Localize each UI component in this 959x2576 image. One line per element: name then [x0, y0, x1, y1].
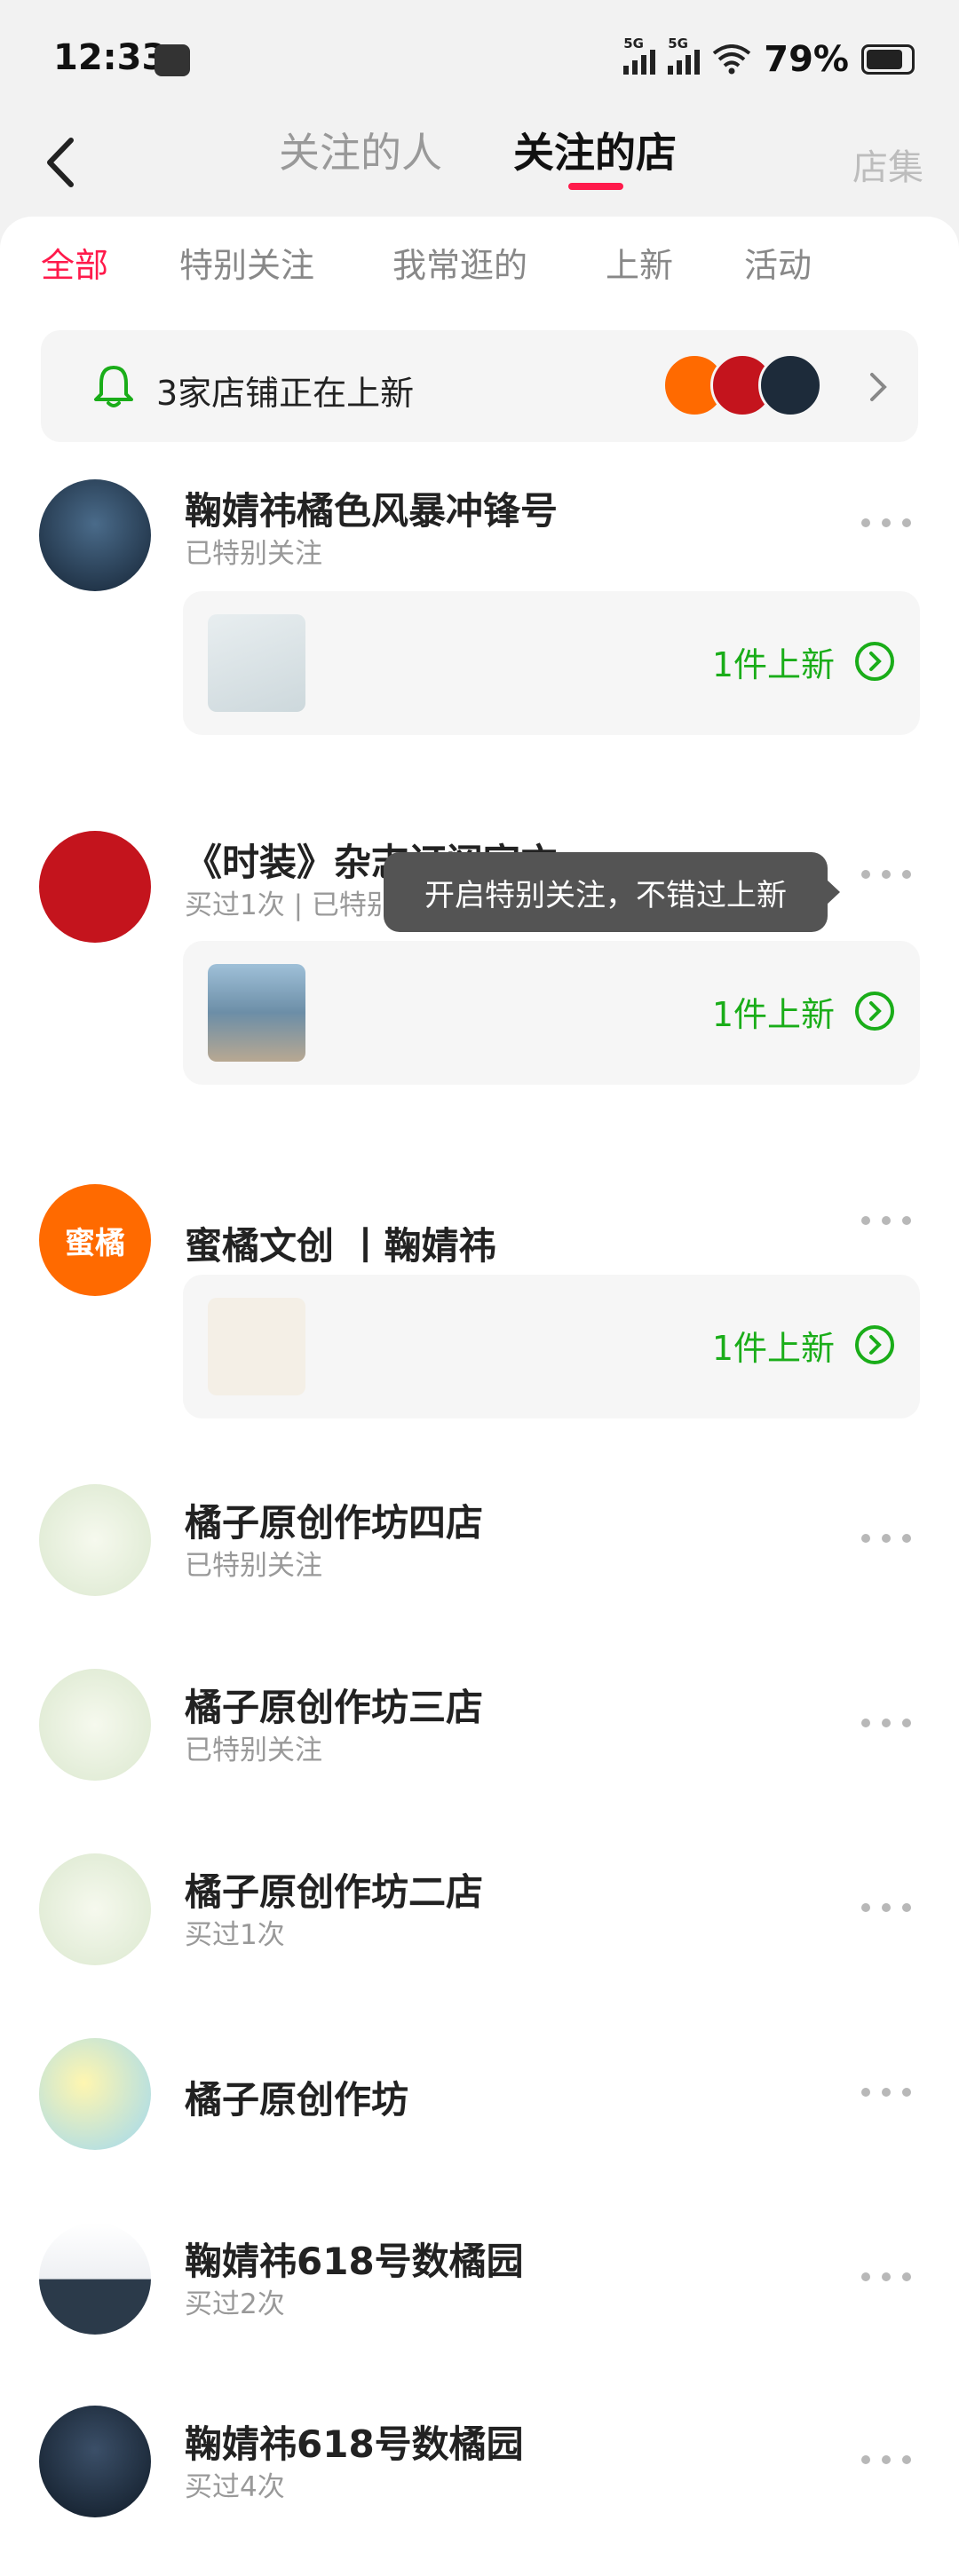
app-notification-icon — [155, 44, 190, 76]
filter-frequent[interactable]: 我常逛的 — [392, 238, 527, 287]
shop-subtitle: 买过1次 — [185, 1919, 285, 1951]
shop-collection-link[interactable]: 店集 — [852, 138, 923, 190]
shop-row[interactable]: 鞠婧祎618号数橘园 买过2次 — [0, 2223, 959, 2347]
new-arrival-card[interactable]: 1件上新 — [183, 1275, 920, 1418]
shop-subtitle: 已特别关注 — [185, 538, 322, 570]
more-options-icon[interactable] — [861, 1216, 911, 1229]
more-options-icon[interactable] — [861, 2272, 911, 2285]
new-item-count: 1件上新 — [711, 1329, 835, 1368]
filter-bar: 全部 特别关注 我常逛的 上新 活动 — [0, 238, 959, 309]
new-arrival-card[interactable]: 1件上新 — [183, 941, 920, 1085]
shop-subtitle: 已特别关注 — [185, 1550, 322, 1582]
shop-avatar[interactable]: 蜜橘 — [39, 1184, 151, 1296]
more-options-icon[interactable] — [861, 518, 911, 531]
tab-followed-people[interactable]: 关注的人 — [279, 121, 442, 179]
wifi-icon — [713, 44, 751, 75]
tab-followed-shops[interactable]: 关注的店 — [513, 121, 677, 179]
shop-subtitle: 买过4次 — [185, 2471, 285, 2503]
filter-all[interactable]: 全部 — [41, 238, 108, 287]
mini-avatar-portrait — [758, 353, 822, 417]
signal-icon-2: 5G — [668, 36, 701, 75]
special-follow-tooltip[interactable]: 开启特别关注，不错过上新 — [384, 852, 840, 932]
status-time: 12:33 — [53, 37, 167, 78]
circle-arrow-icon — [855, 992, 894, 1031]
circle-arrow-icon — [855, 1325, 894, 1364]
shop-avatar[interactable] — [39, 2038, 151, 2150]
banner-text: 3家店铺正在上新 — [156, 374, 415, 413]
filter-new[interactable]: 上新 — [606, 238, 673, 287]
more-options-icon[interactable] — [861, 870, 911, 882]
shop-avatar[interactable] — [39, 831, 151, 943]
back-arrow-icon[interactable] — [36, 131, 89, 194]
bell-icon — [94, 366, 133, 407]
shop-avatar[interactable] — [39, 2406, 151, 2517]
new-arrivals-banner[interactable]: 3家店铺正在上新 — [41, 330, 918, 442]
shop-row[interactable]: 橘子原创作坊四店 已特别关注 — [0, 1484, 959, 1608]
battery-icon — [861, 44, 915, 75]
shop-avatar[interactable] — [39, 1853, 151, 1965]
more-options-icon[interactable] — [861, 2088, 911, 2100]
banner-avatar-stack — [662, 353, 840, 421]
shop-name: 橘子原创作坊 — [185, 2078, 409, 2122]
status-icons: 5G 5G 79% — [623, 36, 915, 80]
product-thumbnail — [208, 964, 305, 1062]
shop-avatar[interactable] — [39, 479, 151, 591]
signal-icon: 5G — [623, 36, 656, 75]
shop-name: 鞠婧祎618号数橘园 — [185, 2422, 524, 2466]
tooltip-arrow — [826, 879, 840, 905]
new-arrival-card[interactable]: 1件上新 — [183, 591, 920, 735]
more-options-icon[interactable] — [861, 1903, 911, 1916]
new-item-count: 1件上新 — [711, 645, 835, 684]
shop-subtitle: 买过2次 — [185, 2288, 285, 2320]
shop-avatar[interactable] — [39, 1669, 151, 1781]
shop-avatar[interactable] — [39, 2223, 151, 2335]
filter-events[interactable]: 活动 — [744, 238, 812, 287]
shop-avatar[interactable] — [39, 1484, 151, 1596]
shop-name: 鞠婧祎618号数橘园 — [185, 2240, 524, 2283]
shop-name: 橘子原创作坊四店 — [185, 1501, 484, 1545]
status-bar: 12:33 5G 5G 79% — [0, 0, 959, 115]
shop-name: 橘子原创作坊二店 — [185, 1870, 484, 1914]
shop-row[interactable]: 蜜橘 蜜橘文创 丨鞠婧祎 1件上新 — [0, 1184, 959, 1418]
shop-list-panel: 全部 特别关注 我常逛的 上新 活动 3家店铺正在上新 鞠婧祎橘色风暴冲锋号 已… — [0, 217, 959, 2576]
shop-row[interactable]: 橘子原创作坊二店 买过1次 — [0, 1853, 959, 1978]
more-options-icon[interactable] — [861, 2455, 911, 2468]
circle-arrow-icon — [855, 642, 894, 681]
shop-row[interactable]: 鞠婧祎橘色风暴冲锋号 已特别关注 1件上新 — [0, 474, 959, 740]
shop-name: 蜜橘文创 丨鞠婧祎 — [185, 1224, 496, 1268]
new-item-count: 1件上新 — [711, 995, 835, 1034]
more-options-icon[interactable] — [861, 1719, 911, 1731]
shop-row[interactable]: 鞠婧祎618号数橘园 买过4次 — [0, 2406, 959, 2530]
product-thumbnail — [208, 614, 305, 712]
header: 关注的人 关注的店 店集 — [0, 115, 959, 213]
shop-subtitle: 已特别关注 — [185, 1734, 322, 1766]
filter-special[interactable]: 特别关注 — [179, 238, 314, 287]
shop-name: 鞠婧祎橘色风暴冲锋号 — [185, 489, 559, 533]
shop-name: 橘子原创作坊三店 — [185, 1686, 484, 1729]
battery-percent: 79% — [764, 39, 849, 80]
shop-row[interactable]: 橘子原创作坊三店 已特别关注 — [0, 1669, 959, 1793]
shop-row[interactable]: 橘子原创作坊 — [0, 2038, 959, 2162]
more-options-icon[interactable] — [861, 1534, 911, 1546]
chevron-right-icon — [870, 373, 887, 401]
tooltip-text: 开启特别关注，不错过上新 — [424, 877, 787, 913]
active-tab-indicator — [568, 183, 623, 190]
product-thumbnail — [208, 1298, 305, 1395]
